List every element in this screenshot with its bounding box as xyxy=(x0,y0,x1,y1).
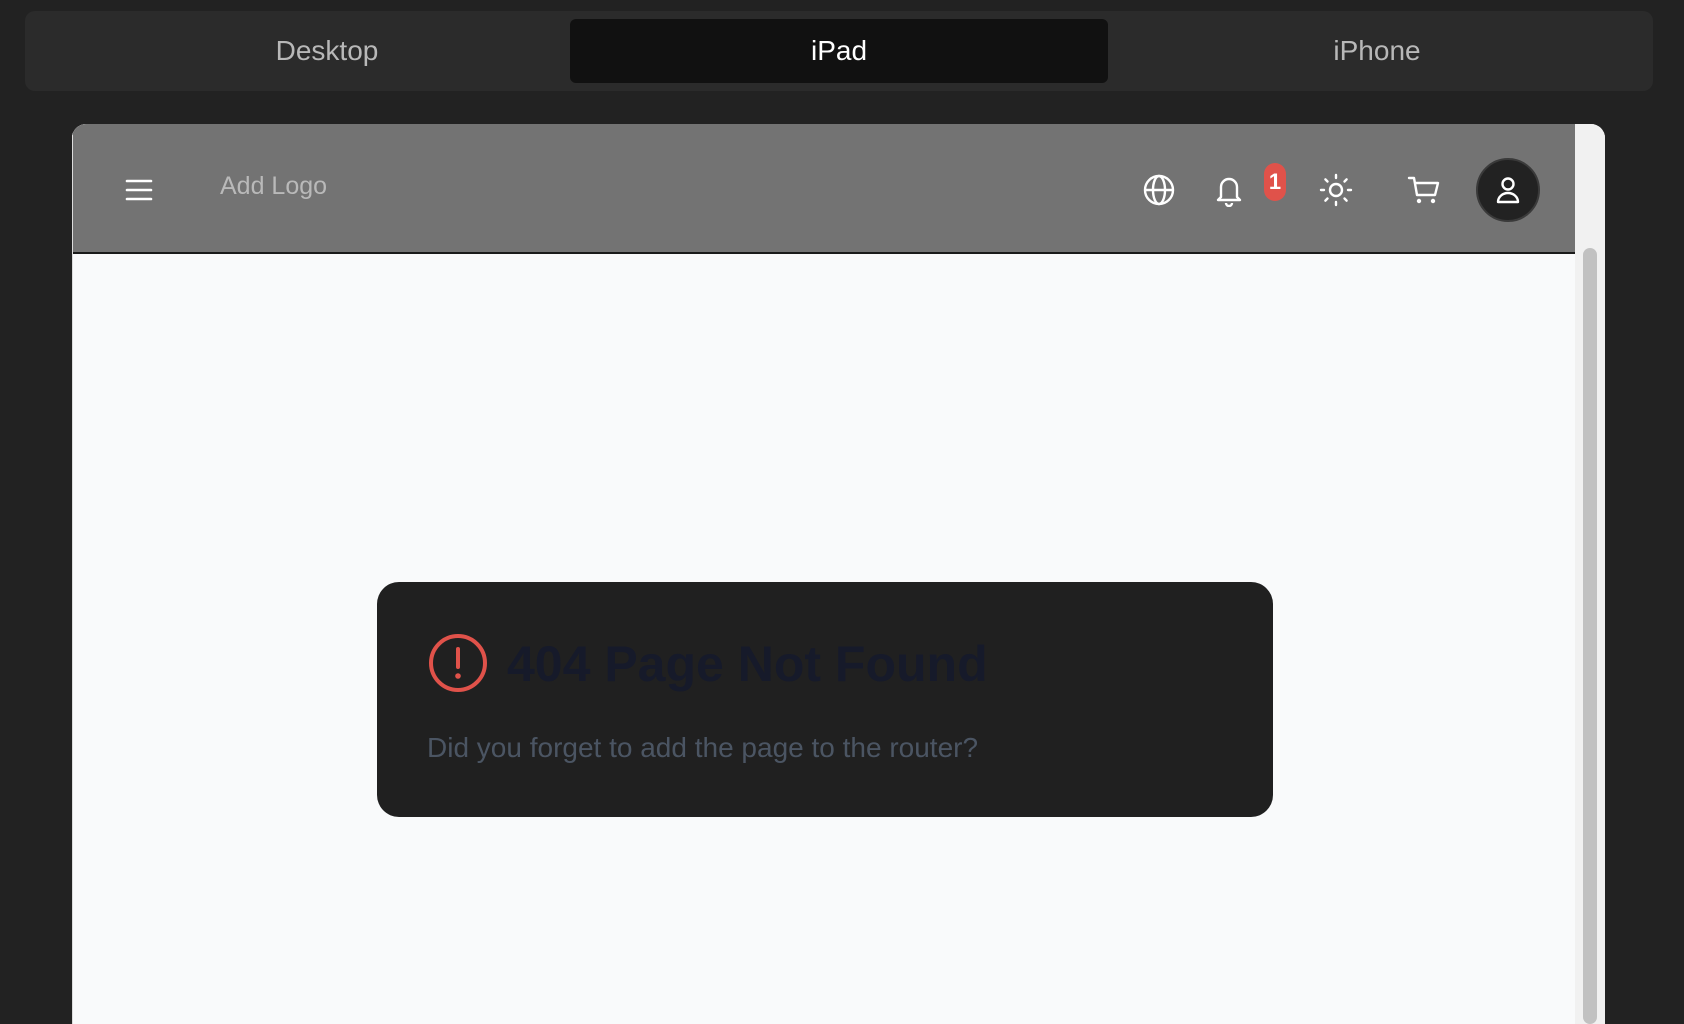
add-logo-link[interactable]: Add Logo xyxy=(220,172,327,201)
menu-button[interactable] xyxy=(113,164,165,216)
theme-toggle-button[interactable] xyxy=(1310,164,1362,216)
error-title: 404 Page Not Found xyxy=(507,636,988,692)
globe-icon xyxy=(1143,174,1175,206)
notification-badge: 1 xyxy=(1264,163,1286,201)
sun-icon xyxy=(1319,173,1353,207)
user-avatar-button[interactable] xyxy=(1476,158,1540,222)
bell-icon xyxy=(1216,177,1242,207)
device-switcher: Desktop iPad iPhone xyxy=(25,11,1653,91)
error-message: Did you forget to add the page to the ro… xyxy=(427,732,979,763)
user-icon xyxy=(1496,177,1520,204)
alert-circle-icon xyxy=(429,634,487,692)
preview-viewport: Add Logo 1 404 Page Not Found Did you fo… xyxy=(72,124,1576,1024)
tab-iphone[interactable]: iPhone xyxy=(1108,19,1646,83)
cart-button[interactable] xyxy=(1398,164,1450,216)
tab-desktop[interactable]: Desktop xyxy=(58,19,596,83)
error-card: 404 Page Not Found Did you forget to add… xyxy=(377,582,1273,817)
notifications-button[interactable] xyxy=(1203,164,1255,216)
device-frame: Add Logo 1 404 Page Not Found Did you fo… xyxy=(72,124,1605,1024)
scrollbar-thumb[interactable] xyxy=(1583,248,1597,1024)
cart-icon xyxy=(1407,176,1440,204)
app-header: Add Logo 1 xyxy=(73,124,1576,254)
language-button[interactable] xyxy=(1133,164,1185,216)
menu-icon xyxy=(125,179,153,201)
tab-ipad[interactable]: iPad xyxy=(570,19,1108,83)
